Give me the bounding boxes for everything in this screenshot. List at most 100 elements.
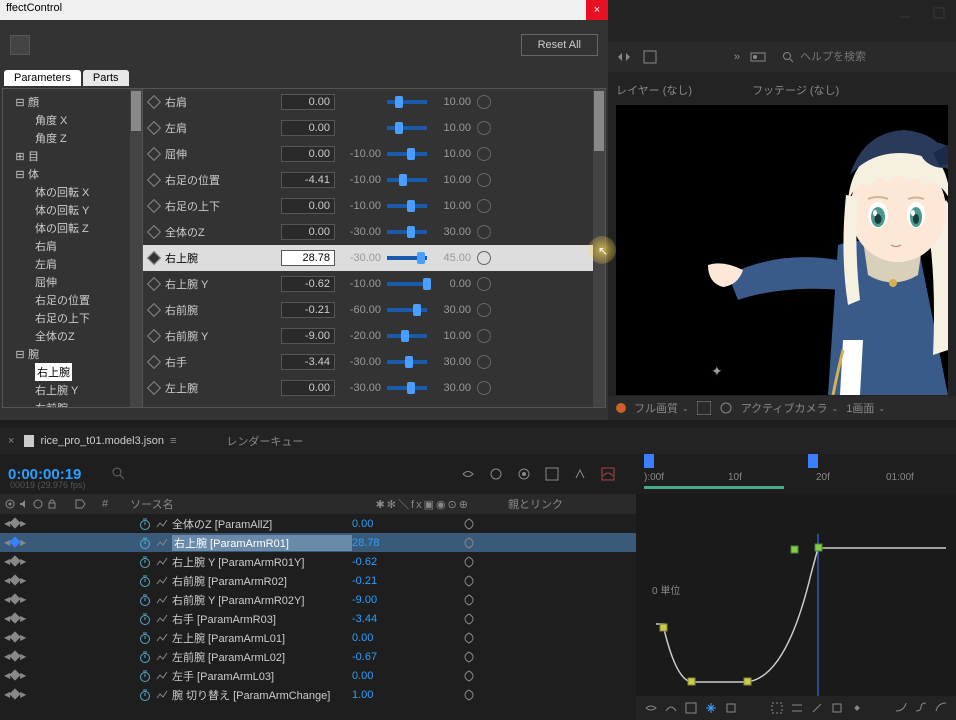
- expression-pickwhip-icon[interactable]: [462, 593, 476, 607]
- tree-item[interactable]: 右足の上下: [7, 309, 138, 327]
- param-value-input[interactable]: 0.00: [281, 380, 335, 396]
- fit-icon[interactable]: [724, 701, 738, 715]
- param-slider[interactable]: [387, 230, 427, 234]
- expression-pickwhip-icon[interactable]: [462, 536, 476, 550]
- maximize-icon[interactable]: [932, 6, 946, 20]
- param-reset-icon[interactable]: [477, 199, 491, 213]
- transparency-grid-icon[interactable]: [697, 401, 711, 415]
- video-icon[interactable]: [4, 498, 16, 510]
- next-key-icon[interactable]: ▶: [20, 519, 26, 528]
- keyframe-toggle-icon[interactable]: [147, 303, 161, 317]
- param-row[interactable]: 右肩0.0010.00: [143, 89, 605, 115]
- param-reset-icon[interactable]: [477, 251, 491, 265]
- tree-item[interactable]: 角度 Z: [7, 129, 138, 147]
- param-row[interactable]: 右足の上下0.00-10.0010.00: [143, 193, 605, 219]
- expression-pickwhip-icon[interactable]: [462, 574, 476, 588]
- param-row[interactable]: 右手-3.44-30.0030.00: [143, 349, 605, 375]
- keyframe-toggle-icon[interactable]: [147, 381, 161, 395]
- param-reset-icon[interactable]: [477, 329, 491, 343]
- property-value[interactable]: 1.00: [352, 689, 402, 701]
- playhead[interactable]: [644, 454, 654, 468]
- param-slider[interactable]: [387, 204, 427, 208]
- motion-blur-icon[interactable]: [516, 466, 532, 482]
- stopwatch-icon[interactable]: [138, 593, 152, 607]
- expression-pickwhip-icon[interactable]: [462, 517, 476, 531]
- time-ruler[interactable]: ):00f 10f 20f 01:00f: [636, 454, 956, 494]
- guides-icon[interactable]: [642, 49, 658, 65]
- param-reset-icon[interactable]: [477, 147, 491, 161]
- help-search[interactable]: [776, 49, 948, 65]
- stopwatch-icon[interactable]: [138, 650, 152, 664]
- param-row[interactable]: 左肩0.0010.00: [143, 115, 605, 141]
- property-graph-icon[interactable]: [156, 575, 168, 587]
- tab-parts[interactable]: Parts: [83, 70, 129, 86]
- parent-column[interactable]: 親とリンク: [502, 496, 569, 512]
- tree-item[interactable]: 全体のZ: [7, 327, 138, 345]
- tree-item[interactable]: 体の回転 Z: [7, 219, 138, 237]
- param-slider[interactable]: [387, 152, 427, 156]
- next-key-icon[interactable]: ▶: [20, 576, 26, 585]
- tree-item[interactable]: 屈伸: [7, 273, 138, 291]
- tab-parameters[interactable]: Parameters: [4, 70, 81, 86]
- keyframe-diamond-icon[interactable]: [9, 688, 20, 699]
- param-value-input[interactable]: -9.00: [281, 328, 335, 344]
- property-value[interactable]: -9.00: [352, 594, 402, 606]
- param-value-input[interactable]: -4.41: [281, 172, 335, 188]
- auto-zoom-icon[interactable]: [704, 701, 718, 715]
- tree-item[interactable]: 体の回転 X: [7, 183, 138, 201]
- selection-icon[interactable]: [770, 701, 784, 715]
- keyframe-diamond-icon[interactable]: [9, 536, 20, 547]
- reset-all-button[interactable]: Reset All: [521, 34, 598, 56]
- property-value[interactable]: 0.00: [352, 518, 402, 530]
- param-reset-icon[interactable]: [477, 121, 491, 135]
- keyframe-toggle-icon[interactable]: [147, 355, 161, 369]
- time-marker[interactable]: [808, 454, 818, 468]
- param-row[interactable]: 右上腕28.78-30.0045.00: [143, 245, 605, 271]
- property-value[interactable]: -0.62: [352, 556, 402, 568]
- param-value-input[interactable]: -0.62: [281, 276, 335, 292]
- param-reset-icon[interactable]: [477, 173, 491, 187]
- param-scrollbar[interactable]: [593, 89, 605, 407]
- expression-pickwhip-icon[interactable]: [462, 650, 476, 664]
- keyframe-icon[interactable]: [850, 701, 864, 715]
- edit-icon[interactable]: [810, 701, 824, 715]
- snap-icon[interactable]: [616, 49, 632, 65]
- property-value[interactable]: -0.21: [352, 575, 402, 587]
- adjust-icon[interactable]: [750, 49, 766, 65]
- property-graph-icon[interactable]: [156, 632, 168, 644]
- param-row[interactable]: 左上腕0.00-30.0030.00: [143, 375, 605, 401]
- param-row[interactable]: 右前腕 Y-9.00-20.0010.00: [143, 323, 605, 349]
- property-graph-icon[interactable]: [156, 670, 168, 682]
- expression-pickwhip-icon[interactable]: [462, 688, 476, 702]
- ease-icon[interactable]: [914, 701, 928, 715]
- next-key-icon[interactable]: ▶: [20, 671, 26, 680]
- label-icon[interactable]: [74, 498, 86, 510]
- composition-tab[interactable]: rice_pro_t01.model3.json ≡: [24, 435, 176, 447]
- quality-dropdown[interactable]: フル画質⌄: [634, 400, 689, 416]
- next-key-icon[interactable]: ▶: [20, 557, 26, 566]
- property-graph-icon[interactable]: [156, 537, 168, 549]
- tree-item[interactable]: ⊞ 目: [7, 147, 138, 165]
- ease-in-icon[interactable]: [894, 701, 908, 715]
- param-value-input[interactable]: 0.00: [281, 198, 335, 214]
- property-graph-icon[interactable]: [156, 594, 168, 606]
- keyframe-diamond-icon[interactable]: [9, 574, 20, 585]
- property-graph-icon[interactable]: [156, 518, 168, 530]
- param-value-input[interactable]: 0.00: [281, 120, 335, 136]
- param-value-input[interactable]: 28.78: [281, 250, 335, 266]
- property-graph-icon[interactable]: [156, 613, 168, 625]
- keyframe-toggle-icon[interactable]: [147, 277, 161, 291]
- property-value[interactable]: 0.00: [352, 670, 402, 682]
- chevron-right-icon[interactable]: »: [734, 51, 740, 63]
- expression-pickwhip-icon[interactable]: [462, 555, 476, 569]
- tree-item[interactable]: 右足の位置: [7, 291, 138, 309]
- keyframe-toggle-icon[interactable]: [147, 199, 161, 213]
- tree-item[interactable]: 右肩: [7, 237, 138, 255]
- footage-panel-label[interactable]: フッテージ (なし): [752, 82, 839, 98]
- timeline-search-icon[interactable]: [111, 466, 127, 482]
- stopwatch-icon[interactable]: [138, 517, 152, 531]
- layer-panel-label[interactable]: レイヤー (なし): [616, 82, 692, 98]
- view-dropdown[interactable]: 1画面⌄: [846, 400, 885, 416]
- property-graph-icon[interactable]: [156, 556, 168, 568]
- next-key-icon[interactable]: ▶: [20, 633, 26, 642]
